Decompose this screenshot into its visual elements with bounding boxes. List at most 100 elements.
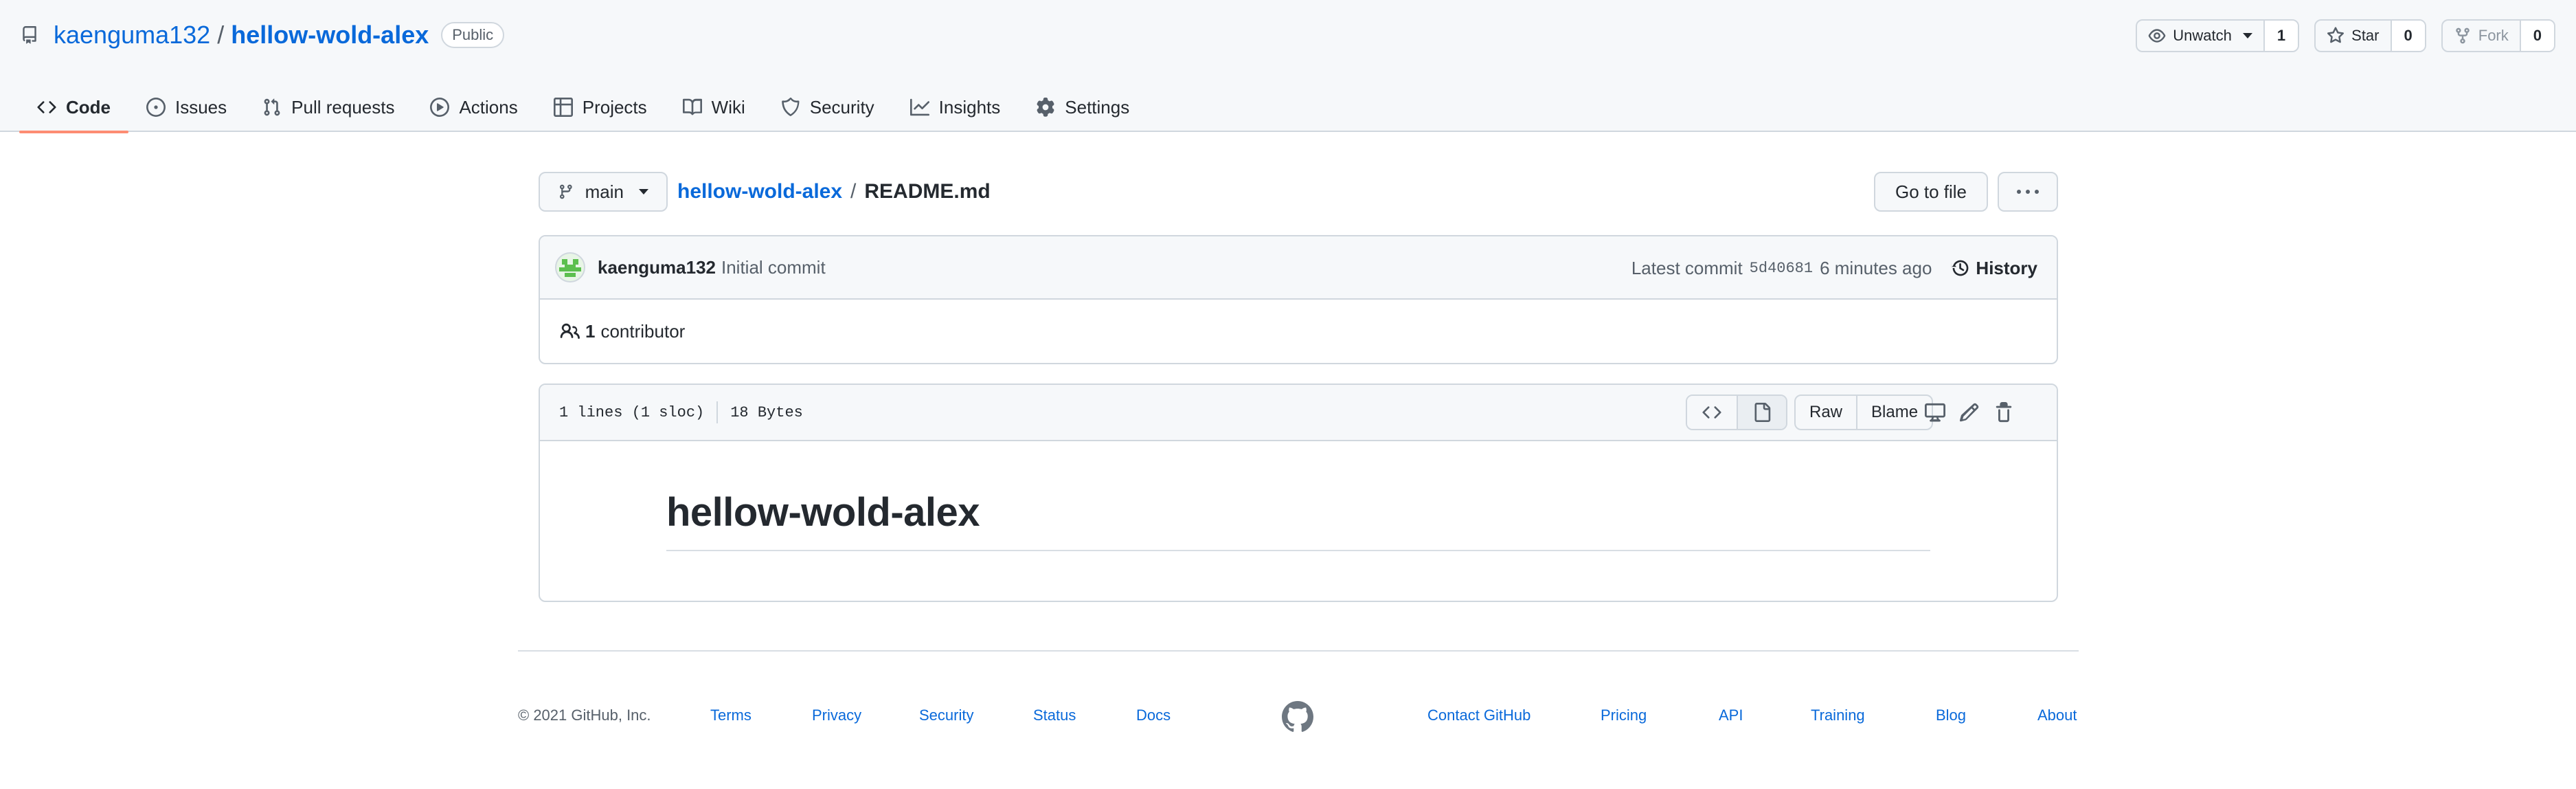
repo-owner-link[interactable]: kaenguma132 bbox=[54, 21, 210, 49]
tab-security[interactable]: Security bbox=[763, 82, 892, 132]
file-header: 1 lines (1 sloc) 18 Bytes Raw Blame bbox=[540, 385, 2057, 441]
issue-opened-icon bbox=[146, 98, 166, 117]
file-lines: 1 lines (1 sloc) bbox=[559, 403, 705, 421]
rendered-view-button[interactable] bbox=[1737, 396, 1786, 429]
branch-name: main bbox=[585, 181, 624, 202]
tab-actions[interactable]: Actions bbox=[412, 82, 535, 132]
github-logo-icon[interactable] bbox=[1282, 701, 1313, 733]
raw-button[interactable]: Raw bbox=[1796, 396, 1856, 429]
chevron-down-icon bbox=[2242, 33, 2252, 38]
footer-link-contact[interactable]: Contact GitHub bbox=[1427, 707, 1530, 724]
view-toggle bbox=[1686, 394, 1787, 430]
tab-actions-label: Actions bbox=[459, 96, 518, 118]
tab-settings[interactable]: Settings bbox=[1018, 82, 1147, 132]
fork-count[interactable]: 0 bbox=[2519, 21, 2554, 51]
tab-pull-requests[interactable]: Pull requests bbox=[245, 82, 412, 132]
commit-meta: Latest commit 5d40681 6 minutes ago Hist… bbox=[1631, 236, 2037, 300]
tab-code-label: Code bbox=[66, 96, 111, 118]
file-navigation: main hellow-wold-alex / README.md Go to … bbox=[539, 172, 2058, 213]
code-icon bbox=[1702, 406, 1721, 419]
repo-forked-icon bbox=[2456, 27, 2470, 44]
fork-label: Fork bbox=[2478, 27, 2509, 44]
code-icon bbox=[37, 101, 56, 113]
star-label: Star bbox=[2351, 27, 2380, 44]
repo-nav: Code Issues Pull requests Actions Projec… bbox=[19, 82, 1147, 133]
tab-code[interactable]: Code bbox=[19, 82, 128, 133]
more-options-button[interactable] bbox=[1998, 172, 2058, 212]
kebab-dot bbox=[2017, 190, 2021, 194]
people-icon bbox=[560, 323, 580, 339]
readme-heading: hellow-wold-alex bbox=[666, 490, 980, 535]
go-to-file-button[interactable]: Go to file bbox=[1874, 172, 1988, 212]
footer-link-blog[interactable]: Blog bbox=[1936, 707, 1966, 724]
tab-insights-label: Insights bbox=[938, 96, 1001, 118]
desktop-icon[interactable] bbox=[1925, 402, 1945, 423]
blame-button[interactable]: Blame bbox=[1856, 396, 1932, 429]
history-label: History bbox=[1976, 257, 2037, 278]
avatar[interactable] bbox=[555, 252, 585, 282]
file-info: 1 lines (1 sloc) 18 Bytes bbox=[559, 385, 803, 440]
trash-icon[interactable] bbox=[1993, 402, 2014, 423]
file-icon bbox=[1754, 403, 1771, 422]
book-icon bbox=[682, 98, 702, 115]
footer-link-pricing[interactable]: Pricing bbox=[1601, 707, 1647, 724]
tab-projects[interactable]: Projects bbox=[536, 82, 665, 132]
shield-icon bbox=[781, 98, 800, 117]
footer-link-training[interactable]: Training bbox=[1811, 707, 1865, 724]
star-count[interactable]: 0 bbox=[2390, 21, 2425, 51]
watch-button[interactable]: Unwatch 1 bbox=[2136, 19, 2300, 52]
history-icon bbox=[1952, 260, 1969, 276]
star-button[interactable]: Star 0 bbox=[2314, 19, 2426, 52]
git-pull-request-icon bbox=[264, 98, 280, 116]
footer-link-about[interactable]: About bbox=[2037, 707, 2077, 724]
file-size: 18 Bytes bbox=[730, 403, 803, 421]
raw-blame-group: Raw Blame bbox=[1794, 394, 1934, 430]
branch-select-button[interactable]: main bbox=[539, 172, 668, 212]
readme-content: hellow-wold-alex bbox=[540, 441, 2057, 601]
footer-link-security[interactable]: Security bbox=[919, 707, 973, 724]
repo-header: kaenguma132 / hellow-wold-alex Public Un… bbox=[0, 0, 2576, 133]
tab-wiki[interactable]: Wiki bbox=[665, 82, 763, 132]
commit-time: 6 minutes ago bbox=[1820, 257, 1932, 278]
gear-icon bbox=[1037, 98, 1054, 117]
footer-link-privacy[interactable]: Privacy bbox=[812, 707, 861, 724]
footer-link-status[interactable]: Status bbox=[1033, 707, 1076, 724]
commit-author-link[interactable]: kaenguma132 bbox=[598, 257, 716, 278]
latest-commit-label: Latest commit bbox=[1631, 257, 1743, 278]
source-view-button[interactable] bbox=[1687, 396, 1737, 429]
tab-projects-label: Projects bbox=[582, 96, 647, 118]
fork-button[interactable]: Fork 0 bbox=[2441, 19, 2555, 52]
readme-heading-rule bbox=[666, 550, 1930, 551]
repo-title-separator: / bbox=[217, 21, 225, 49]
watch-count[interactable]: 1 bbox=[2263, 21, 2298, 51]
graph-icon bbox=[909, 98, 929, 116]
commit-message-link[interactable]: Initial commit bbox=[721, 257, 826, 278]
footer-divider bbox=[518, 650, 2079, 652]
tab-issues[interactable]: Issues bbox=[128, 82, 245, 132]
contributors-count[interactable]: 1 bbox=[585, 321, 595, 342]
footer-link-terms[interactable]: Terms bbox=[710, 707, 752, 724]
repo-title: kaenguma132 / hellow-wold-alex Public bbox=[21, 18, 505, 52]
table-icon bbox=[553, 98, 573, 117]
pencil-icon[interactable] bbox=[1959, 402, 1980, 423]
footer-link-api[interactable]: API bbox=[1719, 707, 1743, 724]
contributors-label: contributor bbox=[600, 320, 686, 342]
tab-settings-label: Settings bbox=[1065, 96, 1130, 118]
history-link[interactable]: History bbox=[1951, 258, 2037, 279]
tab-security-label: Security bbox=[809, 96, 874, 118]
breadcrumb-repo-link[interactable]: hellow-wold-alex bbox=[677, 180, 842, 203]
contributors-row: 1 contributor bbox=[540, 300, 2057, 363]
star-icon bbox=[2327, 27, 2345, 43]
repo-actions: Unwatch 1 Star 0 Fork 0 bbox=[2136, 19, 2555, 52]
commit-row: kaenguma132 Initial commit Latest commit… bbox=[540, 236, 2057, 300]
eye-icon bbox=[2148, 29, 2166, 43]
file-viewer: 1 lines (1 sloc) 18 Bytes Raw Blame hell… bbox=[539, 384, 2058, 602]
footer-copyright: © 2021 GitHub, Inc. bbox=[518, 707, 651, 724]
tab-insights[interactable]: Insights bbox=[892, 82, 1019, 132]
repo-name-link[interactable]: hellow-wold-alex bbox=[231, 21, 429, 49]
kebab-dot bbox=[2026, 190, 2030, 194]
footer-link-docs[interactable]: Docs bbox=[1136, 707, 1171, 724]
git-branch-icon bbox=[559, 184, 572, 199]
play-icon bbox=[430, 98, 450, 117]
commit-sha-link[interactable]: 5d40681 bbox=[1750, 260, 1813, 277]
